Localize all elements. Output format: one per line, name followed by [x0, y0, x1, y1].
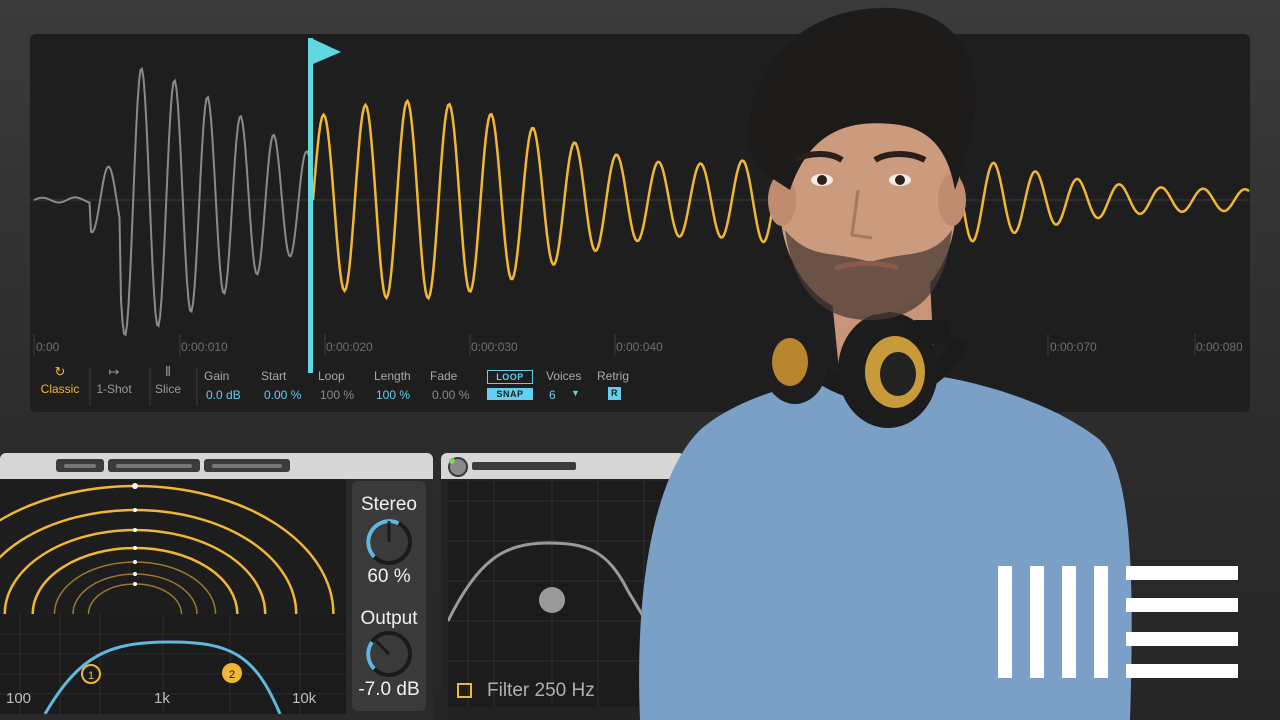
loop-toggle[interactable]: LOOP	[487, 370, 533, 384]
ableton-logo-icon	[998, 566, 1238, 678]
slice-bars-icon: ⦀	[165, 364, 171, 379]
fade-value[interactable]: 0.00 %	[432, 388, 469, 402]
mode-classic-button[interactable]: ↻ Classic	[30, 364, 90, 396]
tab[interactable]	[56, 459, 104, 472]
voices-value[interactable]: 6	[549, 388, 556, 402]
tab[interactable]	[108, 459, 200, 472]
stereo-knob[interactable]	[364, 517, 414, 567]
band-handle-1-label: 1	[88, 670, 94, 682]
stereo-label: Stereo	[361, 494, 417, 515]
length-label: Length	[374, 369, 411, 383]
retrig-label: Retrig	[597, 369, 630, 383]
filter-label: Filter 250 Hz	[487, 680, 595, 701]
stereo-output-panel: Stereo 60 % Output -7.0 dB	[352, 481, 426, 711]
stereo-arc-dot	[133, 508, 137, 512]
snap-toggle[interactable]: SNAP	[487, 388, 533, 400]
filter-handle	[539, 587, 565, 613]
arrow-to-bar-icon: ↦	[108, 364, 120, 379]
stereo-arc-display[interactable]	[0, 479, 346, 615]
ruler-label: 0:00:010	[181, 340, 228, 354]
ruler-label: 0:00:030	[471, 340, 518, 354]
loop-label: Loop	[318, 369, 345, 383]
gain-value[interactable]: 0.0 dB	[206, 388, 241, 402]
stereo-arc	[72, 573, 198, 615]
start-label: Start	[261, 369, 287, 383]
length-value[interactable]: 100 %	[376, 388, 410, 402]
filter-checkbox[interactable]	[457, 683, 472, 698]
stereo-arc	[53, 561, 217, 615]
waveform-inactive	[33, 66, 311, 337]
mode-label: Classic	[40, 382, 80, 396]
device-name-bar	[472, 462, 576, 470]
output-knob[interactable]	[364, 629, 414, 679]
loop-value[interactable]: 100 %	[320, 388, 354, 402]
output-label: Output	[360, 608, 418, 629]
start-marker	[308, 38, 313, 373]
output-value[interactable]: -7.0 dB	[352, 679, 426, 701]
freq-label-1k: 1k	[154, 690, 170, 707]
stereo-arc-dot	[133, 528, 137, 532]
freq-label-10k: 10k	[292, 690, 317, 707]
stereo-arc-dot	[132, 483, 138, 489]
chevron-down-icon[interactable]: ▼	[571, 388, 580, 398]
ruler-label: 0:00:080	[1196, 340, 1243, 354]
gain-label: Gain	[204, 369, 230, 383]
flag-icon	[313, 39, 341, 64]
mode-slice-button[interactable]: ⦀ Slice	[138, 364, 198, 396]
fade-label: Fade	[430, 369, 458, 383]
band-handle-2-label: 2	[229, 669, 235, 681]
ruler-label: 0:00	[36, 340, 60, 354]
stereo-value[interactable]: 60 %	[352, 566, 426, 588]
stereo-arc	[87, 583, 183, 615]
stereo-arc-dot	[133, 560, 137, 564]
tab[interactable]	[204, 459, 290, 472]
freq-label-100: 100	[6, 690, 32, 707]
mode-label: 1-Shot	[96, 382, 132, 396]
start-value[interactable]: 0.00 %	[264, 388, 301, 402]
stereo-arc-dot	[133, 572, 137, 576]
stereo-arc-dot	[133, 582, 137, 586]
stereo-arc	[31, 546, 239, 615]
power-toggle-icon[interactable]	[447, 456, 469, 478]
ruler-label: 0:00:020	[326, 340, 373, 354]
eq-tab-bar	[0, 453, 433, 479]
stereo-arc-dot	[133, 546, 137, 550]
mode-1shot-button[interactable]: ↦ 1-Shot	[84, 364, 144, 396]
voices-label: Voices	[546, 369, 582, 383]
mode-label: Slice	[154, 382, 181, 396]
loop-arrow-icon: ↻	[54, 364, 66, 379]
retrig-toggle[interactable]: R	[608, 387, 621, 400]
